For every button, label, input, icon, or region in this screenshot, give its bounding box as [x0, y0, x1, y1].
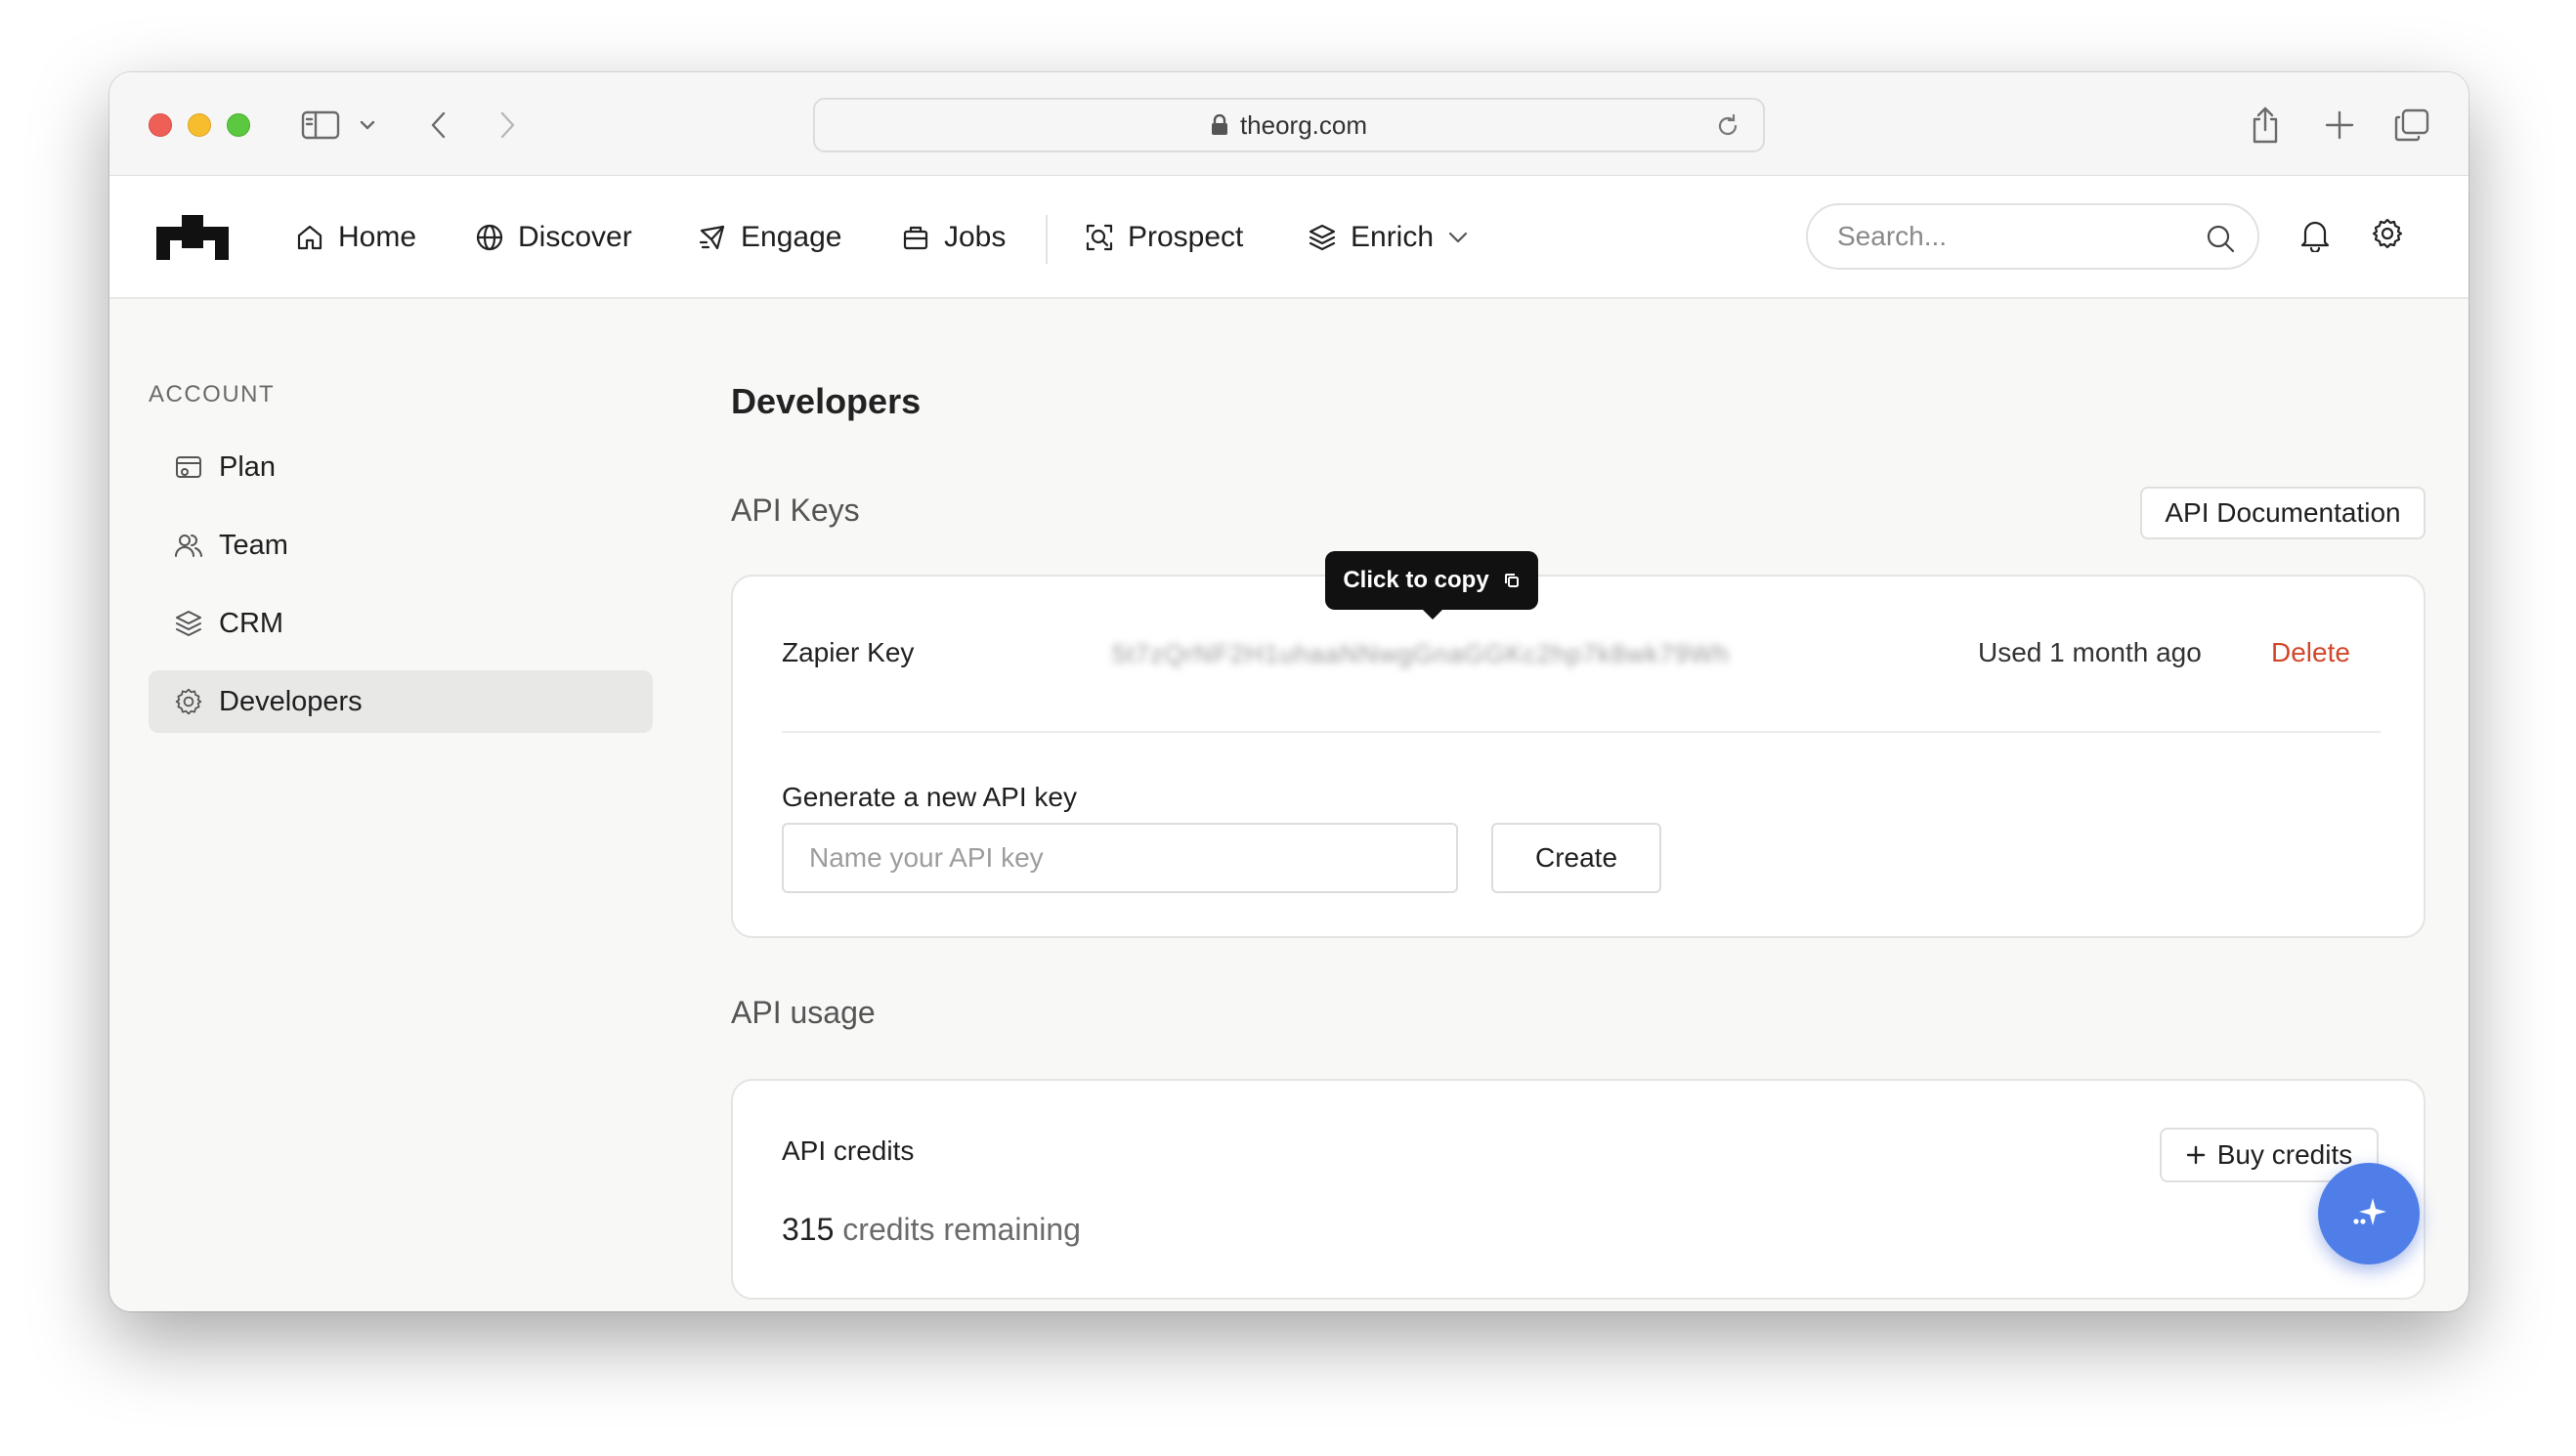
browser-toolbar: theorg.com	[109, 72, 2469, 176]
card-icon	[176, 456, 201, 478]
sidebar-item-label: Developers	[219, 685, 363, 717]
copy-tooltip: Click to copy	[1325, 551, 1538, 620]
layers-icon	[1309, 224, 1336, 251]
home-icon	[297, 225, 322, 250]
address-url: theorg.com	[1239, 109, 1368, 140]
nav-discover[interactable]: Discover	[475, 213, 632, 262]
tab-overview-icon[interactable]	[2390, 104, 2433, 147]
bell-icon[interactable]	[2298, 217, 2332, 257]
page-title: Developers	[731, 381, 922, 421]
sidebar-item-plan[interactable]: Plan	[149, 436, 653, 498]
team-icon	[175, 535, 202, 557]
nav-home[interactable]: Home	[295, 213, 416, 262]
delete-key-button[interactable]: Delete	[2271, 637, 2350, 668]
app-header: Home Discover Engage Jobs Prospect Enric…	[109, 176, 2469, 299]
address-bar[interactable]: theorg.com	[813, 98, 1765, 152]
generate-key-label: Generate a new API key	[782, 782, 1077, 812]
divider	[782, 731, 2381, 733]
api-documentation-button[interactable]: API Documentation	[2140, 487, 2426, 539]
nav-jobs[interactable]: Jobs	[901, 213, 1006, 262]
browser-window: theorg.com Home Discover Engage Jobs Pro…	[109, 72, 2469, 1311]
nav-home-label: Home	[338, 221, 417, 253]
theorg-logo[interactable]	[156, 215, 229, 265]
nav-engage-label: Engage	[741, 221, 842, 253]
send-icon	[699, 225, 725, 250]
forward-icon[interactable]	[493, 104, 522, 147]
share-icon[interactable]	[2246, 104, 2285, 147]
nav-prospect-label: Prospect	[1128, 221, 1244, 253]
chevron-down-icon	[1448, 232, 1468, 243]
api-keys-card: Zapier Key 5t7zQrNF2H1uhaaNNwgGnaGGKc2hp…	[731, 575, 2426, 938]
nav-enrich[interactable]: Enrich	[1308, 213, 1469, 262]
api-key-name-input[interactable]	[782, 823, 1458, 893]
api-usage-card: API credits 315 credits remaining Buy cr…	[731, 1079, 2426, 1300]
nav-jobs-label: Jobs	[944, 221, 1007, 253]
buy-credits-label: Buy credits	[2216, 1139, 2353, 1170]
layers-icon	[176, 611, 201, 636]
copy-icon	[1504, 574, 1519, 587]
sidebar-item-label: Plan	[219, 450, 277, 483]
chevron-down-icon[interactable]	[358, 104, 377, 147]
nav-discover-label: Discover	[518, 221, 632, 253]
globe-icon	[476, 224, 503, 251]
nav-enrich-label: Enrich	[1351, 221, 1435, 253]
search-input[interactable]: Search...	[1806, 203, 2259, 270]
reload-icon[interactable]	[1714, 112, 1741, 140]
sidebar-item-developers[interactable]: Developers	[149, 670, 653, 733]
api-key-last-used: Used 1 month ago	[1978, 637, 2202, 667]
gear-icon	[175, 688, 202, 715]
api-key-value[interactable]: 5t7zQrNF2H1uhaaNNwgGnaGGKc2hp7k8wk79Wh	[1112, 639, 1730, 669]
back-icon[interactable]	[424, 104, 453, 147]
minimize-window-button[interactable]	[188, 113, 211, 137]
new-tab-icon[interactable]	[2320, 104, 2359, 147]
create-key-button[interactable]: Create	[1491, 823, 1661, 893]
lock-icon	[1211, 114, 1227, 135]
api-key-name: Zapier Key	[782, 637, 915, 667]
briefcase-icon	[903, 226, 928, 250]
nav-prospect[interactable]: Prospect	[1085, 213, 1243, 262]
api-keys-title: API Keys	[731, 492, 860, 528]
ai-assistant-button[interactable]	[2318, 1163, 2420, 1264]
credits-suffix: credits remaining	[842, 1212, 1081, 1247]
sidebar-item-label: CRM	[219, 607, 284, 639]
sidebar-item-crm[interactable]: CRM	[149, 592, 653, 655]
search-icon	[2207, 225, 2235, 253]
nav-engage[interactable]: Engage	[698, 213, 841, 262]
sidebar-item-team[interactable]: Team	[149, 514, 653, 577]
credits-remaining: 315 credits remaining	[782, 1212, 1081, 1248]
sidebar-heading: ACCOUNT	[149, 381, 276, 407]
credits-number: 315	[782, 1212, 835, 1247]
scan-icon	[1086, 224, 1113, 251]
sparkle-icon	[2353, 1198, 2386, 1225]
gear-icon[interactable]	[2371, 217, 2404, 255]
plus-icon	[2186, 1145, 2205, 1165]
copy-tooltip-text: Click to copy	[1343, 567, 1489, 593]
nav-divider	[1046, 215, 1048, 264]
search-placeholder: Search...	[1837, 221, 1948, 251]
zoom-window-button[interactable]	[227, 113, 250, 137]
sidebar-toggle-icon[interactable]	[297, 104, 344, 147]
api-credits-label: API credits	[782, 1135, 915, 1166]
close-window-button[interactable]	[149, 113, 172, 137]
api-usage-title: API usage	[731, 995, 876, 1030]
sidebar-item-label: Team	[219, 529, 288, 561]
